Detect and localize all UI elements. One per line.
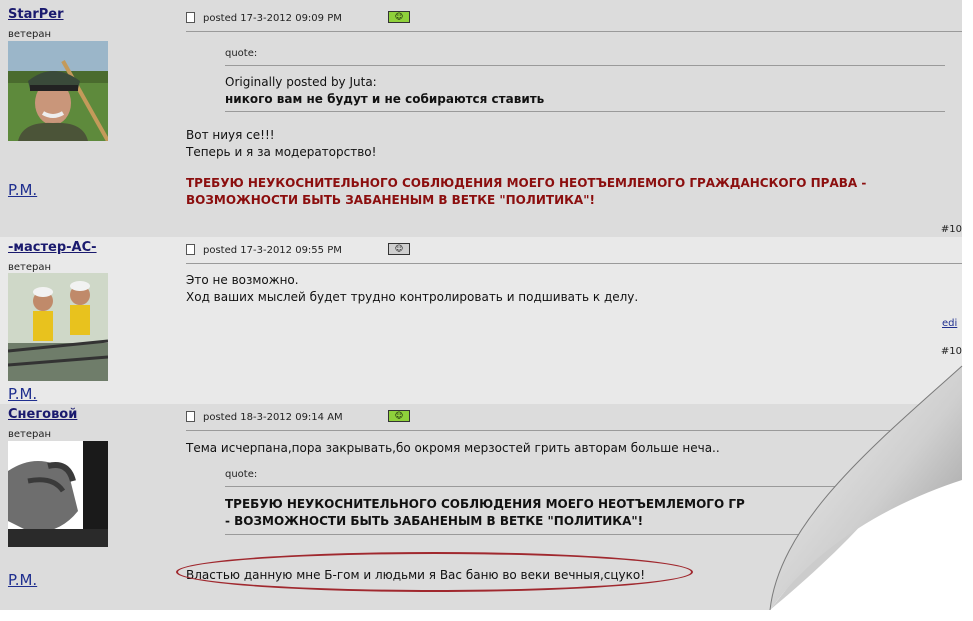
forum-page: StarPer ветеран P.M. posted 17-3-2012 09… (0, 0, 962, 610)
online-status-icon[interactable]: ☺ (388, 11, 410, 23)
quote-label: quote: (225, 48, 258, 59)
post-body-line: Это не возможно. (186, 273, 299, 287)
pm-link[interactable]: P.M. (8, 385, 37, 403)
quote-divider (225, 111, 945, 112)
divider (186, 31, 962, 32)
quote-text: никого вам не будут и не собираются став… (225, 92, 545, 106)
quote-label: quote: (225, 469, 258, 480)
quote-divider (225, 486, 945, 487)
pm-link[interactable]: P.M. (8, 571, 37, 589)
document-icon (186, 244, 195, 255)
post-body-line: Вот ниуя се!!! (186, 128, 275, 142)
quote-text: ТРЕБУЮ НЕУКОСНИТЕЛЬНОГО СОБЛЮДЕНИЯ МОЕГО… (225, 497, 745, 511)
red-bold-text: ВОЗМОЖНОСТИ БЫТЬ ЗАБАНЕНЫМ В ВЕТКЕ "ПОЛИ… (186, 193, 595, 207)
post-body-line: Тема исчерпана,пора закрывать,бо окромя … (186, 441, 720, 455)
username-link[interactable]: StarPer (8, 7, 64, 22)
document-icon (186, 12, 195, 23)
divider (186, 430, 962, 431)
post-date: posted 17-3-2012 09:55 PM (186, 244, 342, 256)
user-rank: ветеран (8, 429, 52, 440)
post-date-text: posted 18-3-2012 09:14 AM (203, 412, 343, 423)
post-date-text: posted 17-3-2012 09:09 PM (203, 13, 342, 24)
avatar (8, 273, 108, 381)
post-date-text: posted 17-3-2012 09:55 PM (203, 245, 342, 256)
quote-author: Originally posted by Juta: (225, 75, 377, 89)
post-date: posted 18-3-2012 09:14 AM (186, 411, 343, 423)
post-body-line: Ход ваших мыслей будет трудно контролиро… (186, 290, 639, 304)
post-number[interactable]: #10 (941, 346, 962, 357)
post-number[interactable]: #10 (941, 224, 962, 235)
quote-divider (225, 534, 945, 535)
user-rank: ветеран (8, 262, 52, 273)
quote-text: - ВОЗМОЖНОСТИ БЫТЬ ЗАБАНЕНЫМ В ВЕТКЕ "ПО… (225, 514, 644, 528)
username-link[interactable]: Снеговой (8, 407, 77, 422)
forum-post: -мастер-АС- ветеран P.M. posted 17-3-201… (0, 237, 962, 404)
quote-divider (225, 65, 945, 66)
avatar (8, 441, 108, 547)
post-date: posted 17-3-2012 09:09 PM (186, 12, 342, 24)
red-bold-text: ТРЕБУЮ НЕУКОСНИТЕЛЬНОГО СОБЛЮДЕНИЯ МОЕГО… (186, 176, 867, 190)
offline-status-icon[interactable]: ☺ (388, 243, 410, 255)
user-rank: ветеран (8, 29, 52, 40)
document-icon (186, 411, 195, 422)
forum-post: StarPer ветеран P.M. posted 17-3-2012 09… (0, 0, 962, 237)
username-link[interactable]: -мастер-АС- (8, 240, 97, 255)
divider (186, 263, 962, 264)
pm-link[interactable]: P.M. (8, 181, 37, 199)
highlight-ellipse (176, 552, 693, 592)
online-status-icon[interactable]: ☺ (388, 410, 410, 422)
edit-link[interactable]: edi (942, 318, 957, 329)
avatar (8, 41, 108, 141)
post-body-line: Теперь и я за модераторство! (186, 145, 377, 159)
